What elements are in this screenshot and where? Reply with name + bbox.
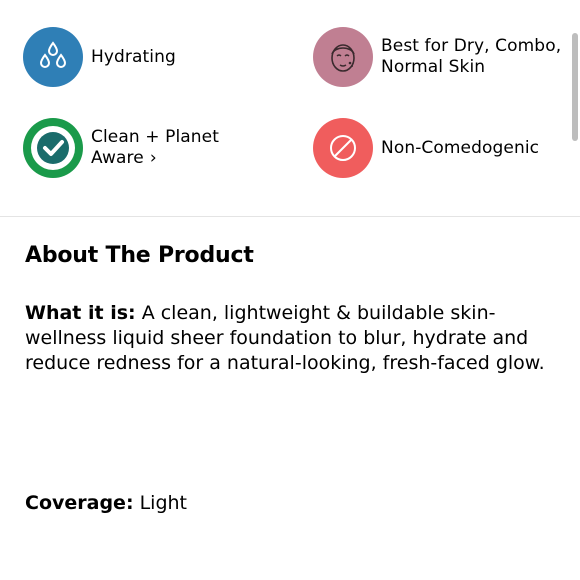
highlight-label: Non-Comedogenic xyxy=(381,137,540,158)
highlight-label[interactable]: Clean + Planet Aware › xyxy=(91,127,231,169)
checkmark-icon xyxy=(23,118,83,178)
divider xyxy=(0,216,580,217)
prohibited-icon xyxy=(313,118,373,178)
face-icon xyxy=(313,27,373,87)
highlight-hydrating: Hydrating xyxy=(23,27,176,87)
section-heading: About The Product xyxy=(25,243,254,268)
product-highlights: Hydrating Best for Dry, Combo, Normal Sk… xyxy=(0,0,580,217)
highlight-non-comedogenic: Non-Comedogenic xyxy=(313,118,539,178)
coverage-label: Coverage: xyxy=(25,492,134,514)
chevron-right-icon: › xyxy=(149,148,157,168)
highlight-label: Hydrating xyxy=(91,46,176,67)
about-section: About The Product xyxy=(25,241,555,271)
highlight-label: Best for Dry, Combo, Normal Skin xyxy=(381,36,562,77)
what-it-is-paragraph: What it is: A clean, lightweight & build… xyxy=(25,301,557,376)
highlight-skin-type: Best for Dry, Combo, Normal Skin xyxy=(313,27,571,87)
coverage-text: Light xyxy=(139,492,188,514)
coverage-paragraph: Coverage: Light xyxy=(25,491,557,516)
highlight-clean-planet-aware[interactable]: Clean + Planet Aware › xyxy=(23,118,231,178)
water-drops-icon xyxy=(23,27,83,87)
what-it-is-label: What it is: xyxy=(25,302,136,324)
